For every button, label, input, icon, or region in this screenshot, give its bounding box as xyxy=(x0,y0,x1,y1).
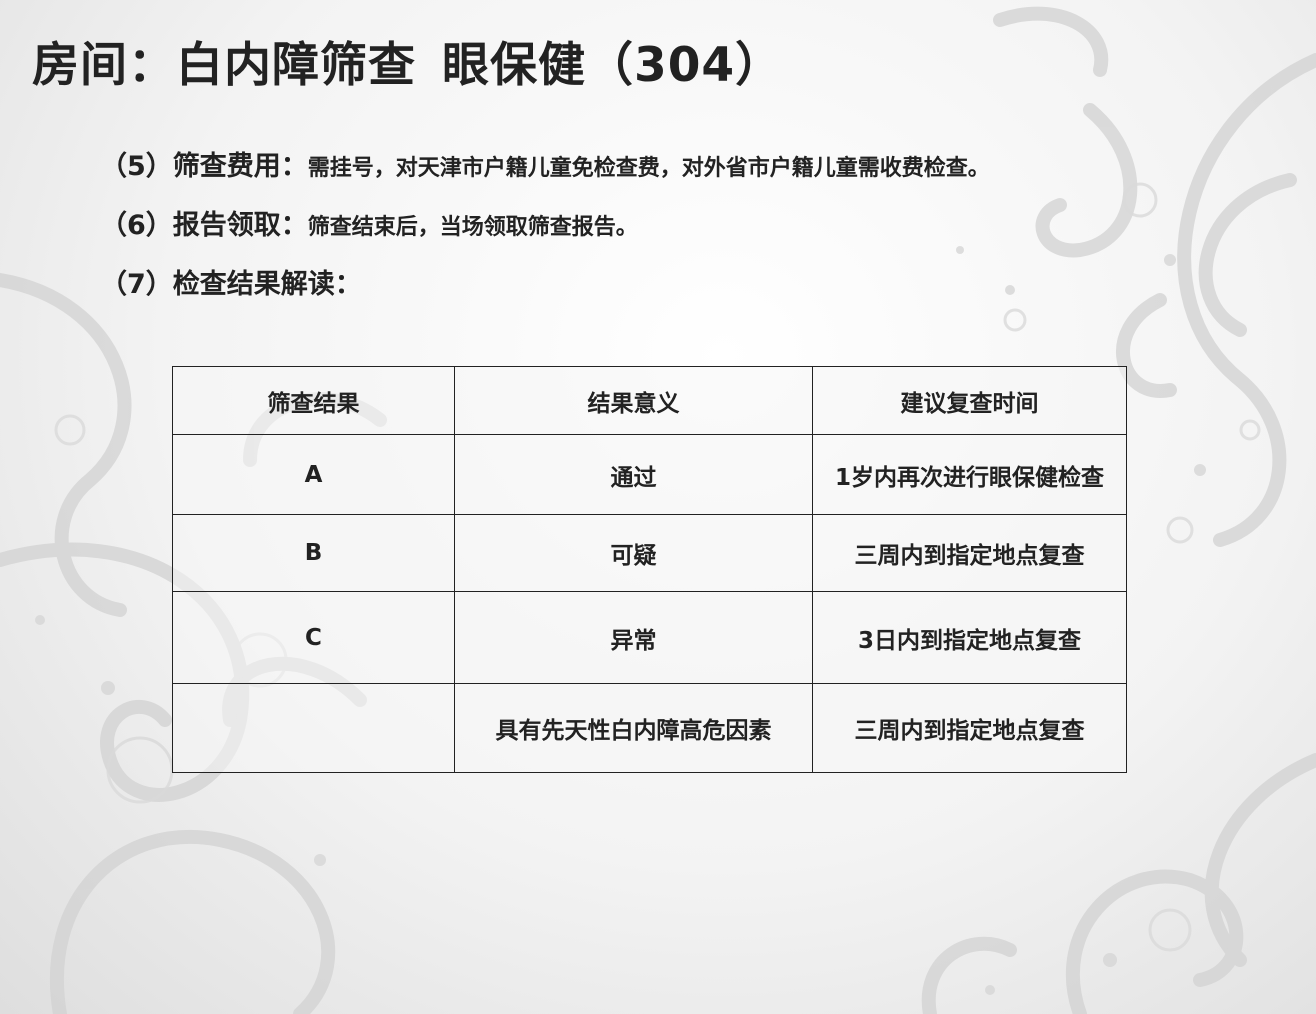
info-item-label: （7）检查结果解读： xyxy=(100,269,362,300)
cell-result: B xyxy=(172,514,455,592)
cell-recheck-time: 三周内到指定地点复查 xyxy=(812,514,1127,592)
table-row: B 可疑 三周内到指定地点复查 xyxy=(172,514,1127,592)
cell-recheck-time: 1岁内再次进行眼保健检查 xyxy=(812,434,1127,515)
info-item-interpretation: （7）检查结果解读： xyxy=(100,262,362,301)
cell-meaning: 通过 xyxy=(454,434,813,515)
info-item-label: （6）报告领取： xyxy=(100,210,308,241)
info-item-report: （6）报告领取：筛查结束后，当场领取筛查报告。 xyxy=(100,203,638,242)
cell-recheck-time: 3日内到指定地点复查 xyxy=(812,591,1127,684)
table-row: C 异常 3日内到指定地点复查 xyxy=(172,591,1127,684)
header-recheck-time: 建议复查时间 xyxy=(812,366,1127,435)
cell-result xyxy=(172,683,455,773)
screening-result-table: 筛查结果 结果意义 建议复查时间 A 通过 1岁内再次进行眼保健检查 B 可疑 … xyxy=(172,366,1127,773)
cell-meaning: 异常 xyxy=(454,591,813,684)
table-row: A 通过 1岁内再次进行眼保健检查 xyxy=(172,434,1127,515)
cell-meaning: 可疑 xyxy=(454,514,813,592)
cell-result: C xyxy=(172,591,455,684)
cell-result: A xyxy=(172,434,455,515)
cell-meaning: 具有先天性白内障高危因素 xyxy=(454,683,813,773)
info-item-text: 需挂号，对天津市户籍儿童免检查费，对外省市户籍儿童需收费检查。 xyxy=(307,156,990,181)
header-result: 筛查结果 xyxy=(172,366,455,435)
page-title-department: 眼保健（304） xyxy=(442,38,784,93)
info-item-text: 筛查结束后，当场领取筛查报告。 xyxy=(307,215,638,240)
page-title-room: 房间：白内障筛查 xyxy=(32,38,416,93)
table-header-row: 筛查结果 结果意义 建议复查时间 xyxy=(172,366,1127,435)
cell-recheck-time: 三周内到指定地点复查 xyxy=(812,683,1127,773)
header-meaning: 结果意义 xyxy=(454,366,813,435)
info-item-label: （5）筛查费用： xyxy=(100,151,308,182)
info-item-fee: （5）筛查费用：需挂号，对天津市户籍儿童免检查费，对外省市户籍儿童需收费检查。 xyxy=(100,144,990,183)
page-title: 房间：白内障筛查 眼保健（304） xyxy=(32,26,783,95)
table-row: 具有先天性白内障高危因素 三周内到指定地点复查 xyxy=(172,683,1127,773)
